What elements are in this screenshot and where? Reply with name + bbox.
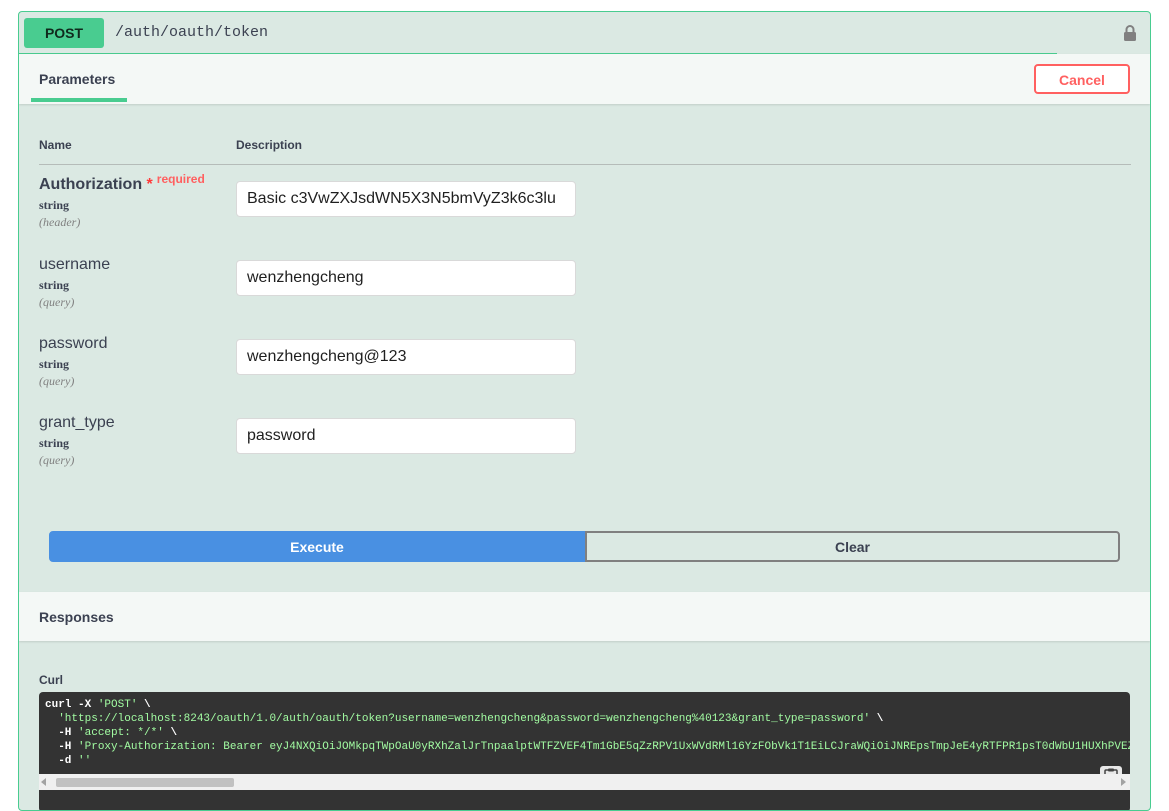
execute-button-group: Execute Clear [49,531,1120,562]
param-name: username [39,256,111,273]
param-type: string [39,278,69,292]
scroll-right-icon[interactable] [1121,778,1126,786]
curl-command[interactable]: curl -X 'POST' \ 'https://localhost:8243… [45,698,1130,768]
username-input[interactable] [236,260,576,296]
table-header-divider [39,164,1131,165]
execute-button[interactable]: Execute [49,531,585,562]
param-type: string [39,198,69,212]
param-name: grant_type [39,414,115,431]
param-location: (query) [39,295,75,309]
responses-header: Responses [19,592,1150,641]
curl-horizontal-scrollbar[interactable] [39,774,1130,790]
param-location: (header) [39,215,81,229]
method-badge: POST [24,18,104,48]
grant-type-input[interactable] [236,418,576,454]
column-header-name: Name [39,138,72,152]
param-grant-type: grant_type string (query) [39,414,115,468]
column-header-description: Description [236,138,303,152]
responses-title: Responses [39,609,114,625]
tab-active-indicator [31,98,127,102]
scroll-left-icon[interactable] [41,778,46,786]
parameters-header: Parameters Cancel [19,54,1150,104]
authorization-input[interactable] [236,181,576,217]
param-authorization: Authorization * required string (header) [39,172,205,230]
curl-label: Curl [39,673,63,687]
required-label: required [156,172,205,186]
lock-icon[interactable] [1123,25,1137,41]
operation-summary[interactable]: POST /auth/oauth/token [19,12,1150,54]
endpoint-path: /auth/oauth/token [115,24,269,41]
param-type: string [39,436,69,450]
param-name: password [39,335,108,352]
scrollbar-thumb[interactable] [56,778,234,787]
operation-block: POST /auth/oauth/token Parameters Cancel… [18,11,1151,811]
tab-parameters[interactable]: Parameters [39,71,115,87]
required-star: * [146,176,153,193]
clear-button[interactable]: Clear [585,531,1120,562]
param-location: (query) [39,453,75,467]
param-name: Authorization [39,176,143,193]
curl-code-block: curl -X 'POST' \ 'https://localhost:8243… [39,692,1130,810]
cancel-button[interactable]: Cancel [1034,64,1130,94]
password-input[interactable] [236,339,576,375]
param-password: password string (query) [39,335,107,389]
param-username: username string (query) [39,256,110,310]
param-type: string [39,357,69,371]
param-location: (query) [39,374,75,388]
